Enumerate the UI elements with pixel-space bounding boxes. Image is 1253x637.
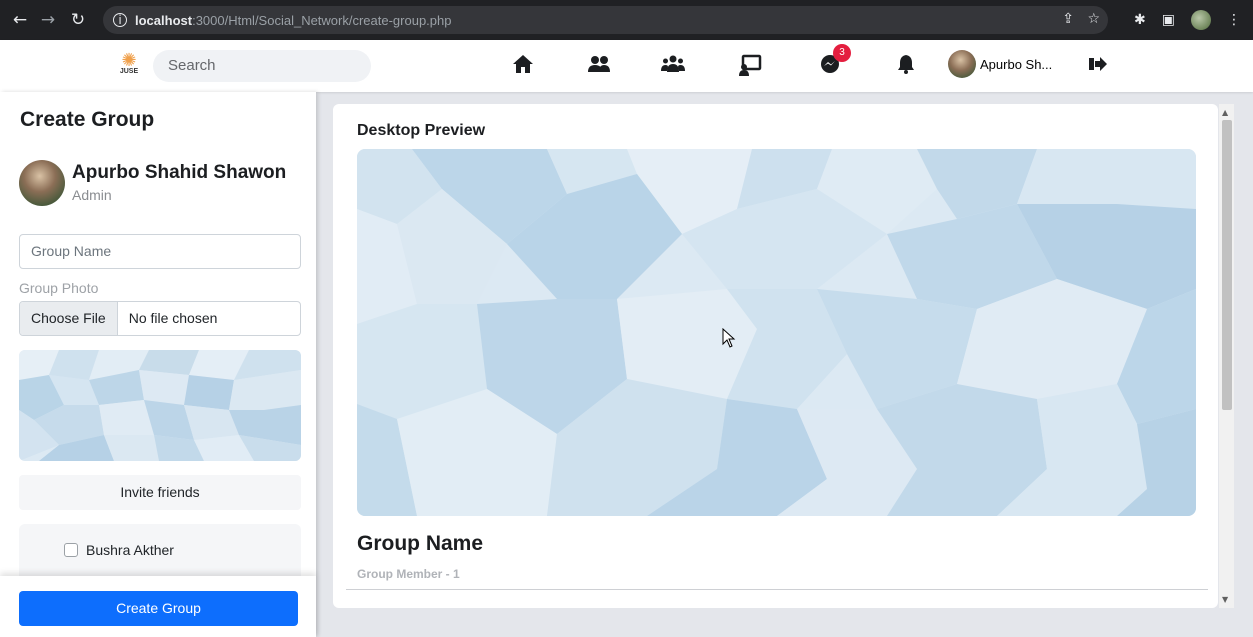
logo-text: JUSE <box>119 68 139 75</box>
groups-icon[interactable] <box>661 54 685 79</box>
friends-list: Bushra Akther <box>19 524 301 584</box>
side-panel-icon[interactable]: ▣ <box>1162 12 1175 28</box>
divider <box>346 589 1208 590</box>
browser-toolbar: ← → ↻ i localhost:3000/Html/Social_Netwo… <box>0 0 1253 40</box>
create-group-sidebar: Create Group Apurbo Shahid Shawon Admin … <box>0 92 316 637</box>
chalkboard-icon[interactable] <box>738 54 762 81</box>
extensions-puzzle-icon[interactable]: ✱ <box>1134 12 1146 28</box>
file-status-text: No file chosen <box>128 310 218 326</box>
back-arrow-icon[interactable]: ← <box>8 10 32 30</box>
preview-label: Desktop Preview <box>357 122 486 139</box>
extension-area: ✱ ▣ ⋮ <box>1134 0 1253 40</box>
user-profile-link[interactable]: Apurbo Sh... <box>948 50 1052 78</box>
mouse-pointer-icon <box>722 328 736 348</box>
url-path: :3000/Html/Social_Network/create-group.p… <box>192 12 452 28</box>
forward-arrow-icon[interactable]: → <box>36 10 60 30</box>
group-photo-file-input[interactable]: Choose File No file chosen <box>19 301 301 336</box>
app-header: ✺ JUSE Search 3 Apurbo Sh... <box>0 40 1253 92</box>
address-bar[interactable]: i localhost:3000/Html/Social_Network/cre… <box>103 6 1108 34</box>
url-host: localhost <box>135 12 193 28</box>
preview-card: Desktop Preview Group Name Group Member … <box>333 104 1218 608</box>
bookmark-star-icon[interactable]: ☆ <box>1087 11 1100 27</box>
scrollbar-thumb[interactable] <box>1222 120 1232 410</box>
cover-photo-preview <box>357 149 1196 516</box>
create-group-button[interactable]: Create Group <box>19 591 298 626</box>
scroll-up-arrow-icon[interactable]: ▲ <box>1222 108 1228 117</box>
group-name-preview: Group Name <box>357 532 484 555</box>
friends-icon[interactable] <box>587 54 611 79</box>
avatar <box>948 50 976 78</box>
bell-icon[interactable] <box>897 54 915 79</box>
site-info-icon[interactable]: i <box>113 13 127 27</box>
profile-avatar-icon[interactable] <box>1191 10 1211 30</box>
page-scrollbar[interactable]: ▲ ▼ <box>1219 104 1234 608</box>
friend-checkbox[interactable] <box>64 543 78 557</box>
invite-friends-button[interactable]: Invite friends <box>19 475 301 510</box>
sidebar-title: Create Group <box>20 108 155 131</box>
share-icon[interactable]: ⇪ <box>1062 11 1074 27</box>
admin-name: Apurbo Shahid Shawon <box>72 162 287 183</box>
messenger-badge: 3 <box>833 44 851 62</box>
logo[interactable]: ✺ JUSE <box>116 52 142 78</box>
friend-name: Bushra Akther <box>86 542 174 558</box>
group-photo-label: Group Photo <box>19 280 99 296</box>
group-name-input[interactable]: Group Name <box>19 234 301 269</box>
admin-avatar <box>19 160 65 206</box>
search-input[interactable]: Search <box>153 50 371 82</box>
scroll-down-arrow-icon[interactable]: ▼ <box>1222 595 1228 604</box>
choose-file-button[interactable]: Choose File <box>20 302 118 335</box>
sidebar-footer: Create Group <box>0 576 316 637</box>
admin-role: Admin <box>72 187 112 203</box>
group-member-count: Group Member - 1 <box>357 567 460 581</box>
browser-menu-icon[interactable]: ⋮ <box>1227 12 1241 28</box>
list-item[interactable]: Bushra Akther <box>64 542 174 558</box>
logout-icon[interactable] <box>1088 54 1108 78</box>
user-short-name: Apurbo Sh... <box>980 56 1053 72</box>
home-icon[interactable] <box>512 54 534 79</box>
group-photo-thumbnail <box>19 350 301 461</box>
reload-icon[interactable]: ↻ <box>66 10 90 30</box>
